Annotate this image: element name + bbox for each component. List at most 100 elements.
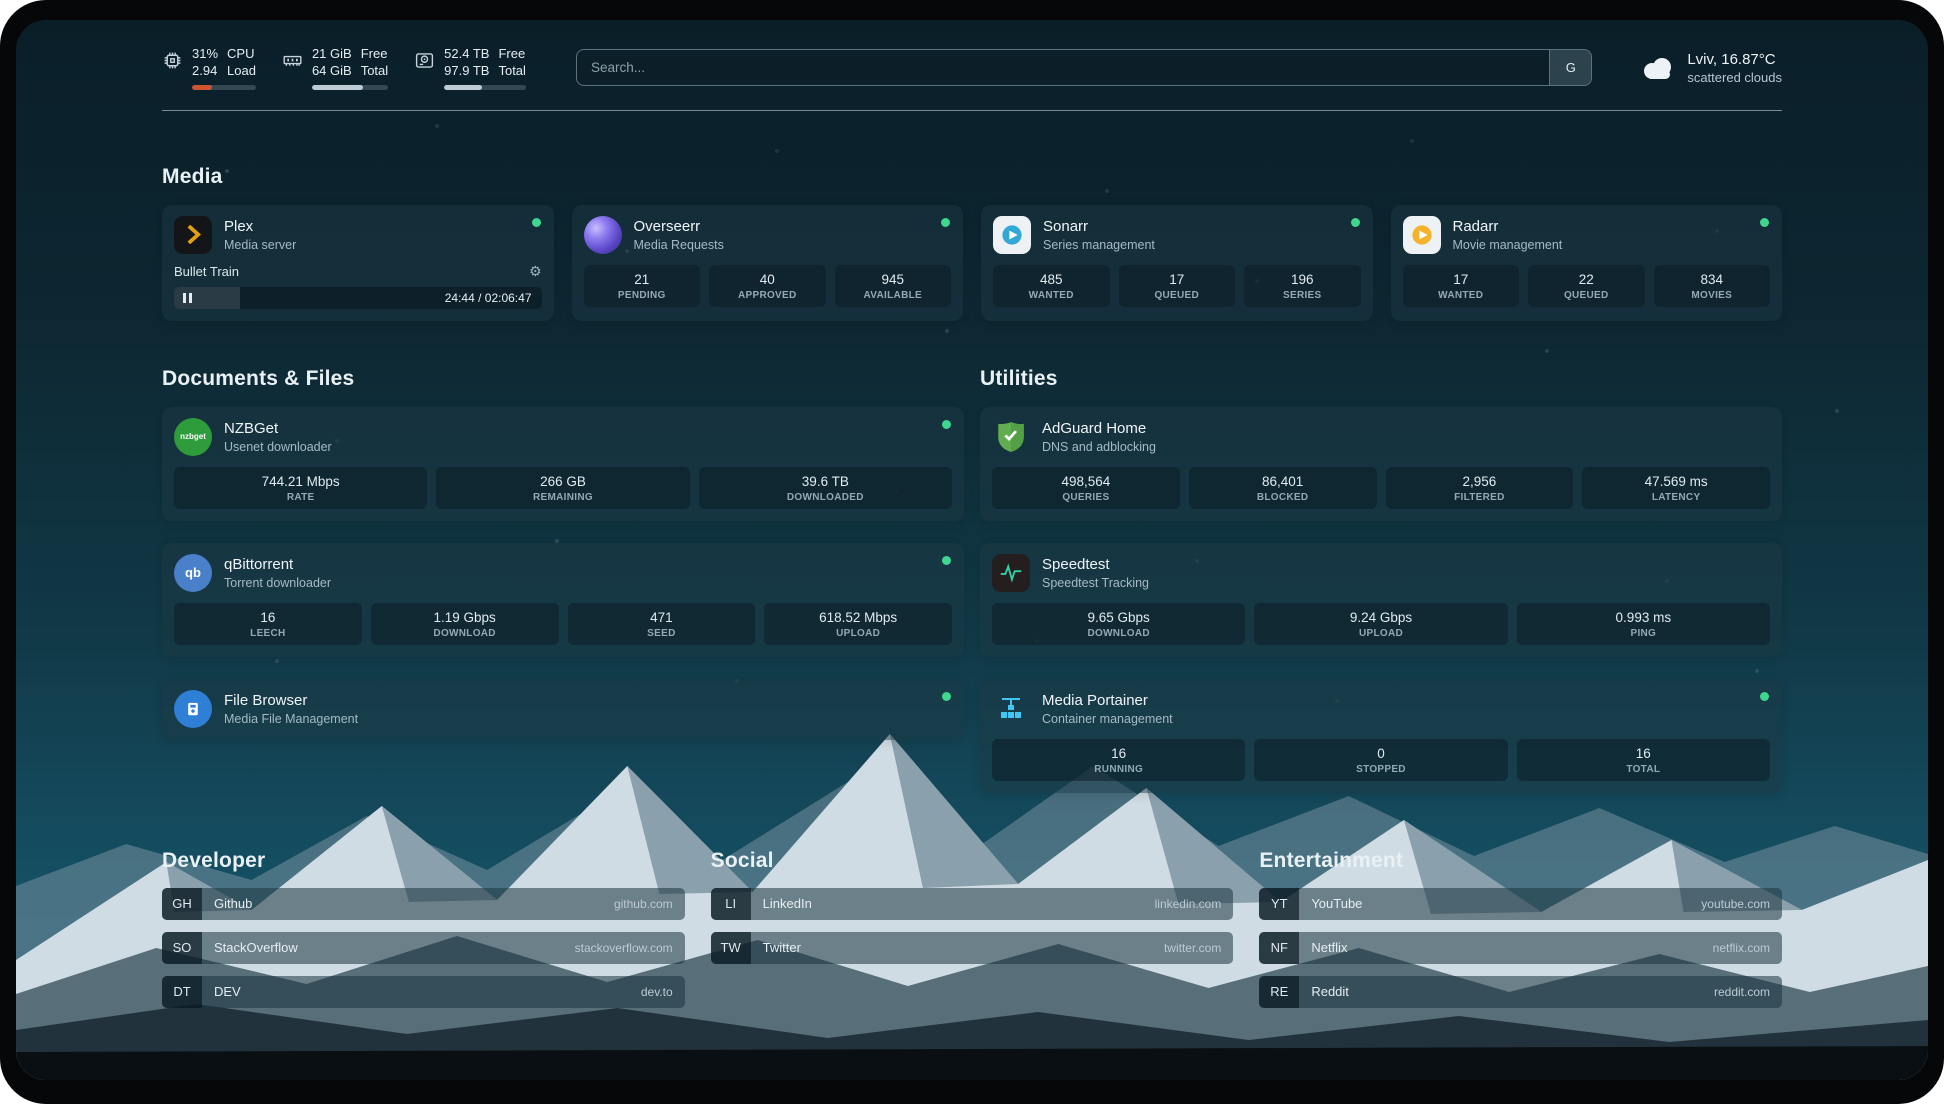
status-indicator — [942, 556, 951, 565]
bookmark-name: YouTube — [1311, 896, 1362, 911]
bookmark-domain: twitter.com — [1164, 941, 1221, 955]
stat-value: 2,956 — [1390, 474, 1570, 489]
weather-condition: scattered clouds — [1687, 70, 1782, 85]
cpu-widget: 31% 2.94 CPU Load — [162, 46, 256, 90]
section-documents: Documents & Files nzbget NZBGet Usenet d… — [162, 367, 964, 740]
section-utilities: Utilities — [980, 367, 1782, 793]
bookmark-twitter[interactable]: TW Twitter twitter.com — [711, 932, 1234, 964]
bookmark-abbr: DT — [162, 976, 202, 1008]
adguard-icon — [992, 418, 1030, 456]
stat-label: FILTERED — [1390, 492, 1570, 503]
stat-value: 471 — [572, 610, 752, 625]
service-subtitle: Media File Management — [224, 712, 358, 726]
stat-value: 266 GB — [440, 474, 685, 489]
service-card-radarr[interactable]: Radarr Movie management 17 WANTED 22 — [1391, 205, 1783, 321]
service-name: AdGuard Home — [1042, 420, 1156, 437]
service-card-sonarr[interactable]: Sonarr Series management 485 WANTED 1 — [981, 205, 1373, 321]
top-bar: 31% 2.94 CPU Load — [162, 46, 1782, 90]
bookmark-dev[interactable]: DT DEV dev.to — [162, 976, 685, 1008]
qbittorrent-stat-upload: 618.52 Mbps UPLOAD — [764, 603, 952, 645]
disk-readout: 52.4 TB 97.9 TB Free Total — [444, 46, 526, 80]
service-card-qbittorrent[interactable]: qb qBittorrent Torrent downloader — [162, 543, 964, 657]
adguard-stat-queries: 498,564 QUERIES — [992, 467, 1180, 509]
search-bar[interactable]: G — [576, 49, 1592, 86]
disk-bar — [444, 85, 526, 90]
stat-value: 39.6 TB — [703, 474, 948, 489]
stat-label: SERIES — [1248, 290, 1357, 301]
stat-label: DOWNLOADED — [703, 492, 948, 503]
stat-label: TOTAL — [1521, 764, 1766, 775]
stat-value: 498,564 — [996, 474, 1176, 489]
section-title-entertainment: Entertainment — [1259, 849, 1782, 873]
disk-free-value: 52.4 TB — [444, 46, 489, 63]
search-input[interactable] — [577, 50, 1549, 85]
weather-location: Lviv, 16.87°C — [1687, 51, 1782, 68]
search-provider-button[interactable]: G — [1549, 50, 1591, 85]
plex-icon — [174, 216, 212, 254]
disk-total-label: Total — [498, 63, 525, 80]
bookmark-linkedin[interactable]: LI LinkedIn linkedin.com — [711, 888, 1234, 920]
now-playing-title: Bullet Train — [174, 264, 239, 279]
nzbget-stat-rate: 744.21 Mbps RATE — [174, 467, 427, 509]
service-card-speedtest[interactable]: Speedtest Speedtest Tracking 9.65 Gbps D… — [980, 543, 1782, 657]
bookmark-netflix[interactable]: NF Netflix netflix.com — [1259, 932, 1782, 964]
disk-widget: 52.4 TB 97.9 TB Free Total — [414, 46, 526, 90]
qbittorrent-stat-seed: 471 SEED — [568, 603, 756, 645]
service-card-overseerr[interactable]: Overseerr Media Requests 21 PENDING 4 — [572, 205, 964, 321]
cpu-bar-fill — [192, 85, 212, 90]
dashboard-screen: 31% 2.94 CPU Load — [16, 20, 1928, 1080]
bookmark-groups: Developer GH Github github.com SO StackO… — [162, 849, 1782, 1060]
service-name: Plex — [224, 218, 296, 235]
status-indicator — [532, 218, 541, 227]
service-card-filebrowser[interactable]: File Browser Media File Management — [162, 679, 964, 740]
stat-value: 9.65 Gbps — [996, 610, 1241, 625]
bookmark-github[interactable]: GH Github github.com — [162, 888, 685, 920]
service-card-portainer[interactable]: Media Portainer Container management 16 … — [980, 679, 1782, 793]
stat-value: 22 — [1532, 272, 1641, 287]
bookmark-abbr: GH — [162, 888, 202, 920]
bookmark-group-developer: Developer GH Github github.com SO StackO… — [162, 849, 685, 1020]
stream-settings-icon[interactable]: ⚙ — [529, 263, 542, 280]
bookmark-abbr: SO — [162, 932, 202, 964]
playback-time: 24:44 / 02:06:47 — [445, 291, 532, 305]
memory-total-value: 64 GiB — [312, 63, 352, 80]
bookmark-name: StackOverflow — [214, 940, 298, 955]
app-window: 31% 2.94 CPU Load — [0, 0, 1944, 1104]
service-card-adguard[interactable]: AdGuard Home DNS and adblocking 498,564 … — [980, 407, 1782, 521]
service-subtitle: Series management — [1043, 238, 1155, 252]
service-name: Overseerr — [634, 218, 724, 235]
service-name: Media Portainer — [1042, 692, 1173, 709]
overseerr-stat-pending: 21 PENDING — [584, 265, 701, 307]
bookmark-youtube[interactable]: YT YouTube youtube.com — [1259, 888, 1782, 920]
stat-label: WANTED — [997, 290, 1106, 301]
memory-bar — [312, 85, 388, 90]
speedtest-icon — [992, 554, 1030, 592]
cpu-load-value: 2.94 — [192, 63, 218, 80]
service-name: File Browser — [224, 692, 358, 709]
stat-value: 21 — [588, 272, 697, 287]
bookmark-reddit[interactable]: RE Reddit reddit.com — [1259, 976, 1782, 1008]
stat-label: SEED — [572, 628, 752, 639]
service-name: Speedtest — [1042, 556, 1149, 573]
sonarr-stat-series: 196 SERIES — [1244, 265, 1361, 307]
section-title-social: Social — [711, 849, 1234, 873]
cpu-label: CPU — [227, 46, 256, 63]
service-subtitle: Movie management — [1453, 238, 1563, 252]
service-card-nzbget[interactable]: nzbget NZBGet Usenet downloader 7 — [162, 407, 964, 521]
media-card-grid: Plex Media server Bullet Train ⚙ — [162, 205, 1782, 321]
memory-readout: 21 GiB 64 GiB Free Total — [312, 46, 388, 80]
service-card-plex[interactable]: Plex Media server Bullet Train ⚙ — [162, 205, 554, 321]
pause-button[interactable] — [183, 293, 192, 303]
status-indicator — [942, 692, 951, 701]
bookmark-stackoverflow[interactable]: SO StackOverflow stackoverflow.com — [162, 932, 685, 964]
stat-label: STOPPED — [1258, 764, 1503, 775]
stat-value: 17 — [1407, 272, 1516, 287]
disk-total-value: 97.9 TB — [444, 63, 489, 80]
overseerr-icon — [584, 216, 622, 254]
stat-value: 744.21 Mbps — [178, 474, 423, 489]
stat-value: 86,401 — [1193, 474, 1373, 489]
service-subtitle: Speedtest Tracking — [1042, 576, 1149, 590]
status-indicator — [1351, 218, 1360, 227]
stat-label: BLOCKED — [1193, 492, 1373, 503]
section-title-utilities: Utilities — [980, 367, 1782, 391]
